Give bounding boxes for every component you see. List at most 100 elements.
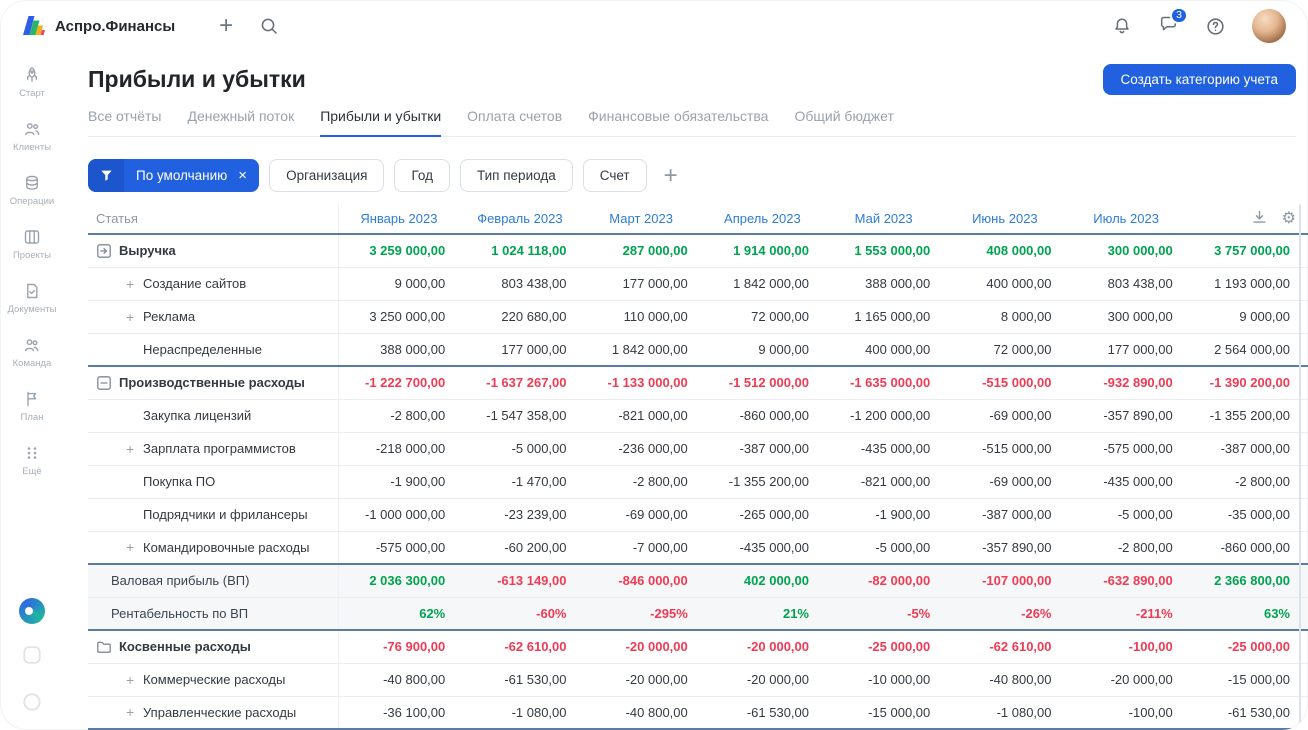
column-header-month: Февраль 2023 xyxy=(459,204,581,235)
expand-plus-icon[interactable]: + xyxy=(126,276,134,292)
tab-финансовые-обязательства[interactable]: Финансовые обязательства xyxy=(588,108,768,136)
cell-value: -1 547 358,00 xyxy=(459,399,581,433)
operations-icon xyxy=(23,174,41,192)
sidebar-item-operations[interactable]: Операции xyxy=(0,174,64,207)
sidebar-item-documents[interactable]: Документы xyxy=(0,282,64,315)
filter-chip[interactable]: Год xyxy=(394,159,450,192)
cell-value: -218 000,00 xyxy=(338,432,460,466)
income-icon[interactable] xyxy=(96,243,112,259)
filter-chip[interactable]: Тип периода xyxy=(459,159,573,192)
cell-value: 177 000,00 xyxy=(580,267,702,301)
cell-value: 408 000,00 xyxy=(944,234,1066,268)
filter-chip[interactable]: Счет xyxy=(582,159,647,192)
table-row[interactable]: Выручка 3 259 000,00 1 024 118,00 287 000,0… xyxy=(88,234,1308,268)
expense-icon[interactable] xyxy=(96,375,112,391)
cell-value: -107 000,00 xyxy=(944,563,1066,598)
tab-прибыли-и-убытки[interactable]: Прибыли и убытки xyxy=(320,108,442,137)
table-row[interactable]: Валовая прибыль (ВП) 2 036 300,00 -613 149… xyxy=(88,563,1308,598)
chat-icon[interactable]: 3 xyxy=(1158,6,1188,39)
cell-value: 1 914 000,00 xyxy=(701,234,823,268)
table-row[interactable]: Покупка ПО -1 900,00 -1 470,00 -2 800,00 -1 … xyxy=(88,465,1308,499)
row-label: Выручка xyxy=(119,243,176,259)
cell-value: 220 680,00 xyxy=(459,300,581,334)
table-row[interactable]: + Реклама 3 250 000,00 220 680,00 110 000,00… xyxy=(88,300,1308,334)
table-row[interactable]: + Создание сайтов 9 000,00 803 438,00 177 00… xyxy=(88,267,1308,301)
cell-value: -61 530,00 xyxy=(701,696,823,730)
row-label-cell: Производственные расходы xyxy=(88,365,339,400)
cell-value: -100,00 xyxy=(1065,696,1187,730)
gear-icon[interactable]: ⚙ xyxy=(1282,210,1296,227)
filter-chip[interactable]: Организация xyxy=(269,159,385,192)
tab-все-отчёты[interactable]: Все отчёты xyxy=(88,108,161,136)
sidebar-item-label: Документы xyxy=(7,304,57,315)
create-category-button[interactable]: Создать категорию учета xyxy=(1102,64,1296,95)
cell-value: 110 000,00 xyxy=(580,300,702,334)
app-logo[interactable] xyxy=(20,13,46,39)
row-label: + Коммерческие расходы xyxy=(126,671,286,688)
row-label: Подрядчики и фрилансеры xyxy=(143,507,308,522)
bell-icon[interactable] xyxy=(1112,16,1132,36)
cell-value: 9 000,00 xyxy=(701,333,823,367)
sidebar-item-start[interactable]: Старт xyxy=(0,66,64,99)
cell-value: -357 890,00 xyxy=(944,531,1066,565)
cell-value: -932 890,00 xyxy=(1065,365,1187,400)
sidebar-item-projects[interactable]: Проекты xyxy=(0,228,64,261)
integration-icon[interactable] xyxy=(21,691,43,718)
cell-value: -26% xyxy=(944,597,1066,631)
cell-value: -387 000,00 xyxy=(1186,432,1308,466)
cell-value: -60% xyxy=(459,597,581,631)
row-label-cell: + Управленческие расходы xyxy=(88,696,339,730)
folder-icon[interactable] xyxy=(96,639,112,655)
expand-plus-icon[interactable]: + xyxy=(126,672,134,688)
expand-plus-icon[interactable]: + xyxy=(126,704,134,720)
cell-value: -2 800,00 xyxy=(580,465,702,499)
user-avatar[interactable] xyxy=(1252,9,1286,43)
scrollbar[interactable] xyxy=(1299,204,1301,728)
cell-value: -5 000,00 xyxy=(823,531,945,565)
table-row[interactable]: Производственные расходы -1 222 700,00 -1 … xyxy=(88,365,1308,400)
sidebar-item-label: Клиенты xyxy=(12,142,52,153)
tab-оплата-счетов[interactable]: Оплата счетов xyxy=(467,108,562,136)
quick-add-button[interactable]: + xyxy=(219,14,233,38)
column-header-article: Статья xyxy=(88,204,339,235)
download-icon[interactable] xyxy=(1251,209,1268,229)
row-label: Рентабельность по ВП xyxy=(111,605,249,621)
table-row[interactable]: Косвенные расходы -76 900,00 -62 610,00 -20… xyxy=(88,629,1308,664)
table-row[interactable]: + Коммерческие расходы -40 800,00 -61 530,0… xyxy=(88,663,1308,697)
row-label: Покупка ПО xyxy=(143,474,216,489)
tab-денежный-поток[interactable]: Денежный поток xyxy=(187,108,294,136)
sidebar-item-plan[interactable]: План xyxy=(0,390,64,423)
table-row[interactable]: + Управленческие расходы -36 100,00 -1 080,… xyxy=(88,696,1308,730)
cell-value: -82 000,00 xyxy=(823,563,945,598)
table-row[interactable]: Подрядчики и фрилансеры -1 000 000,00 -23 … xyxy=(88,498,1308,532)
add-filter-button[interactable]: + xyxy=(664,163,678,188)
cell-value: -613 149,00 xyxy=(459,563,581,598)
help-icon[interactable] xyxy=(1205,16,1226,37)
clear-filter-icon[interactable]: × xyxy=(236,168,259,183)
table-row[interactable]: Нераспределенные 388 000,00 177 000,00 1 84… xyxy=(88,333,1308,367)
table-row[interactable]: + Зарплата программистов -218 000,00 -5 000… xyxy=(88,432,1308,466)
cell-value: -236 000,00 xyxy=(580,432,702,466)
table-row[interactable]: Закупка лицензий -2 800,00 -1 547 358,00 -8… xyxy=(88,399,1308,433)
active-filter-pill[interactable]: По умолчанию × xyxy=(88,159,260,192)
sidebar-item-clients[interactable]: Клиенты xyxy=(0,120,64,153)
search-icon[interactable] xyxy=(259,16,279,36)
cell-value: -1 512 000,00 xyxy=(701,365,823,400)
expand-plus-icon[interactable]: + xyxy=(126,309,134,325)
table-row[interactable]: Рентабельность по ВП 62% -60% -295% 21% -5% -2… xyxy=(88,597,1308,631)
pnl-table-wrap: Статья Январь 2023 Февраль 2023 Март 2023 Ап… xyxy=(88,204,1308,730)
cell-value: -435 000,00 xyxy=(701,531,823,565)
cell-value: 1 193 000,00 xyxy=(1186,267,1308,301)
tab-общий-бюджет[interactable]: Общий бюджет xyxy=(794,108,893,136)
expand-plus-icon[interactable]: + xyxy=(126,441,134,457)
expand-plus-icon[interactable]: + xyxy=(126,539,134,555)
sidebar-item-more[interactable]: Ещё xyxy=(0,444,64,477)
table-row[interactable]: + Командировочные расходы -575 000,00 -60 2… xyxy=(88,531,1308,565)
cell-value: -1 080,00 xyxy=(459,696,581,730)
aspro-cloud-logo-icon[interactable] xyxy=(19,598,45,624)
cell-value: 1 553 000,00 xyxy=(823,234,945,268)
sidebar-item-label: План xyxy=(20,412,44,423)
cell-value: -61 530,00 xyxy=(459,663,581,697)
sidebar-item-team[interactable]: Команда xyxy=(0,336,64,369)
integration-icon[interactable] xyxy=(21,644,43,671)
